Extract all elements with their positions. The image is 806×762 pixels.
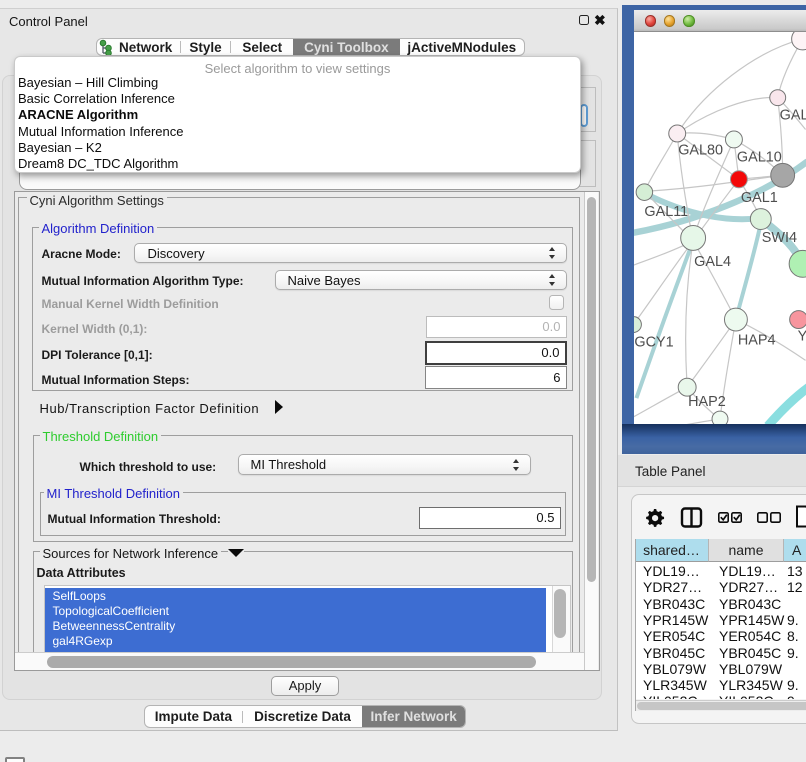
svg-text:SWI4: SWI4 [762, 230, 797, 246]
svg-text:GAL: GAL [780, 108, 806, 124]
svg-text:GAL10: GAL10 [737, 149, 782, 165]
svg-text:GAL1: GAL1 [741, 190, 778, 206]
svg-text:GAL4: GAL4 [694, 254, 731, 270]
svg-text:GAL80: GAL80 [678, 142, 723, 158]
svg-text:HAP4: HAP4 [738, 332, 776, 348]
svg-text:HAP2: HAP2 [688, 394, 726, 410]
svg-text:Y: Y [798, 328, 806, 344]
svg-text:GCY1: GCY1 [634, 334, 673, 350]
svg-text:GAL11: GAL11 [644, 204, 688, 220]
